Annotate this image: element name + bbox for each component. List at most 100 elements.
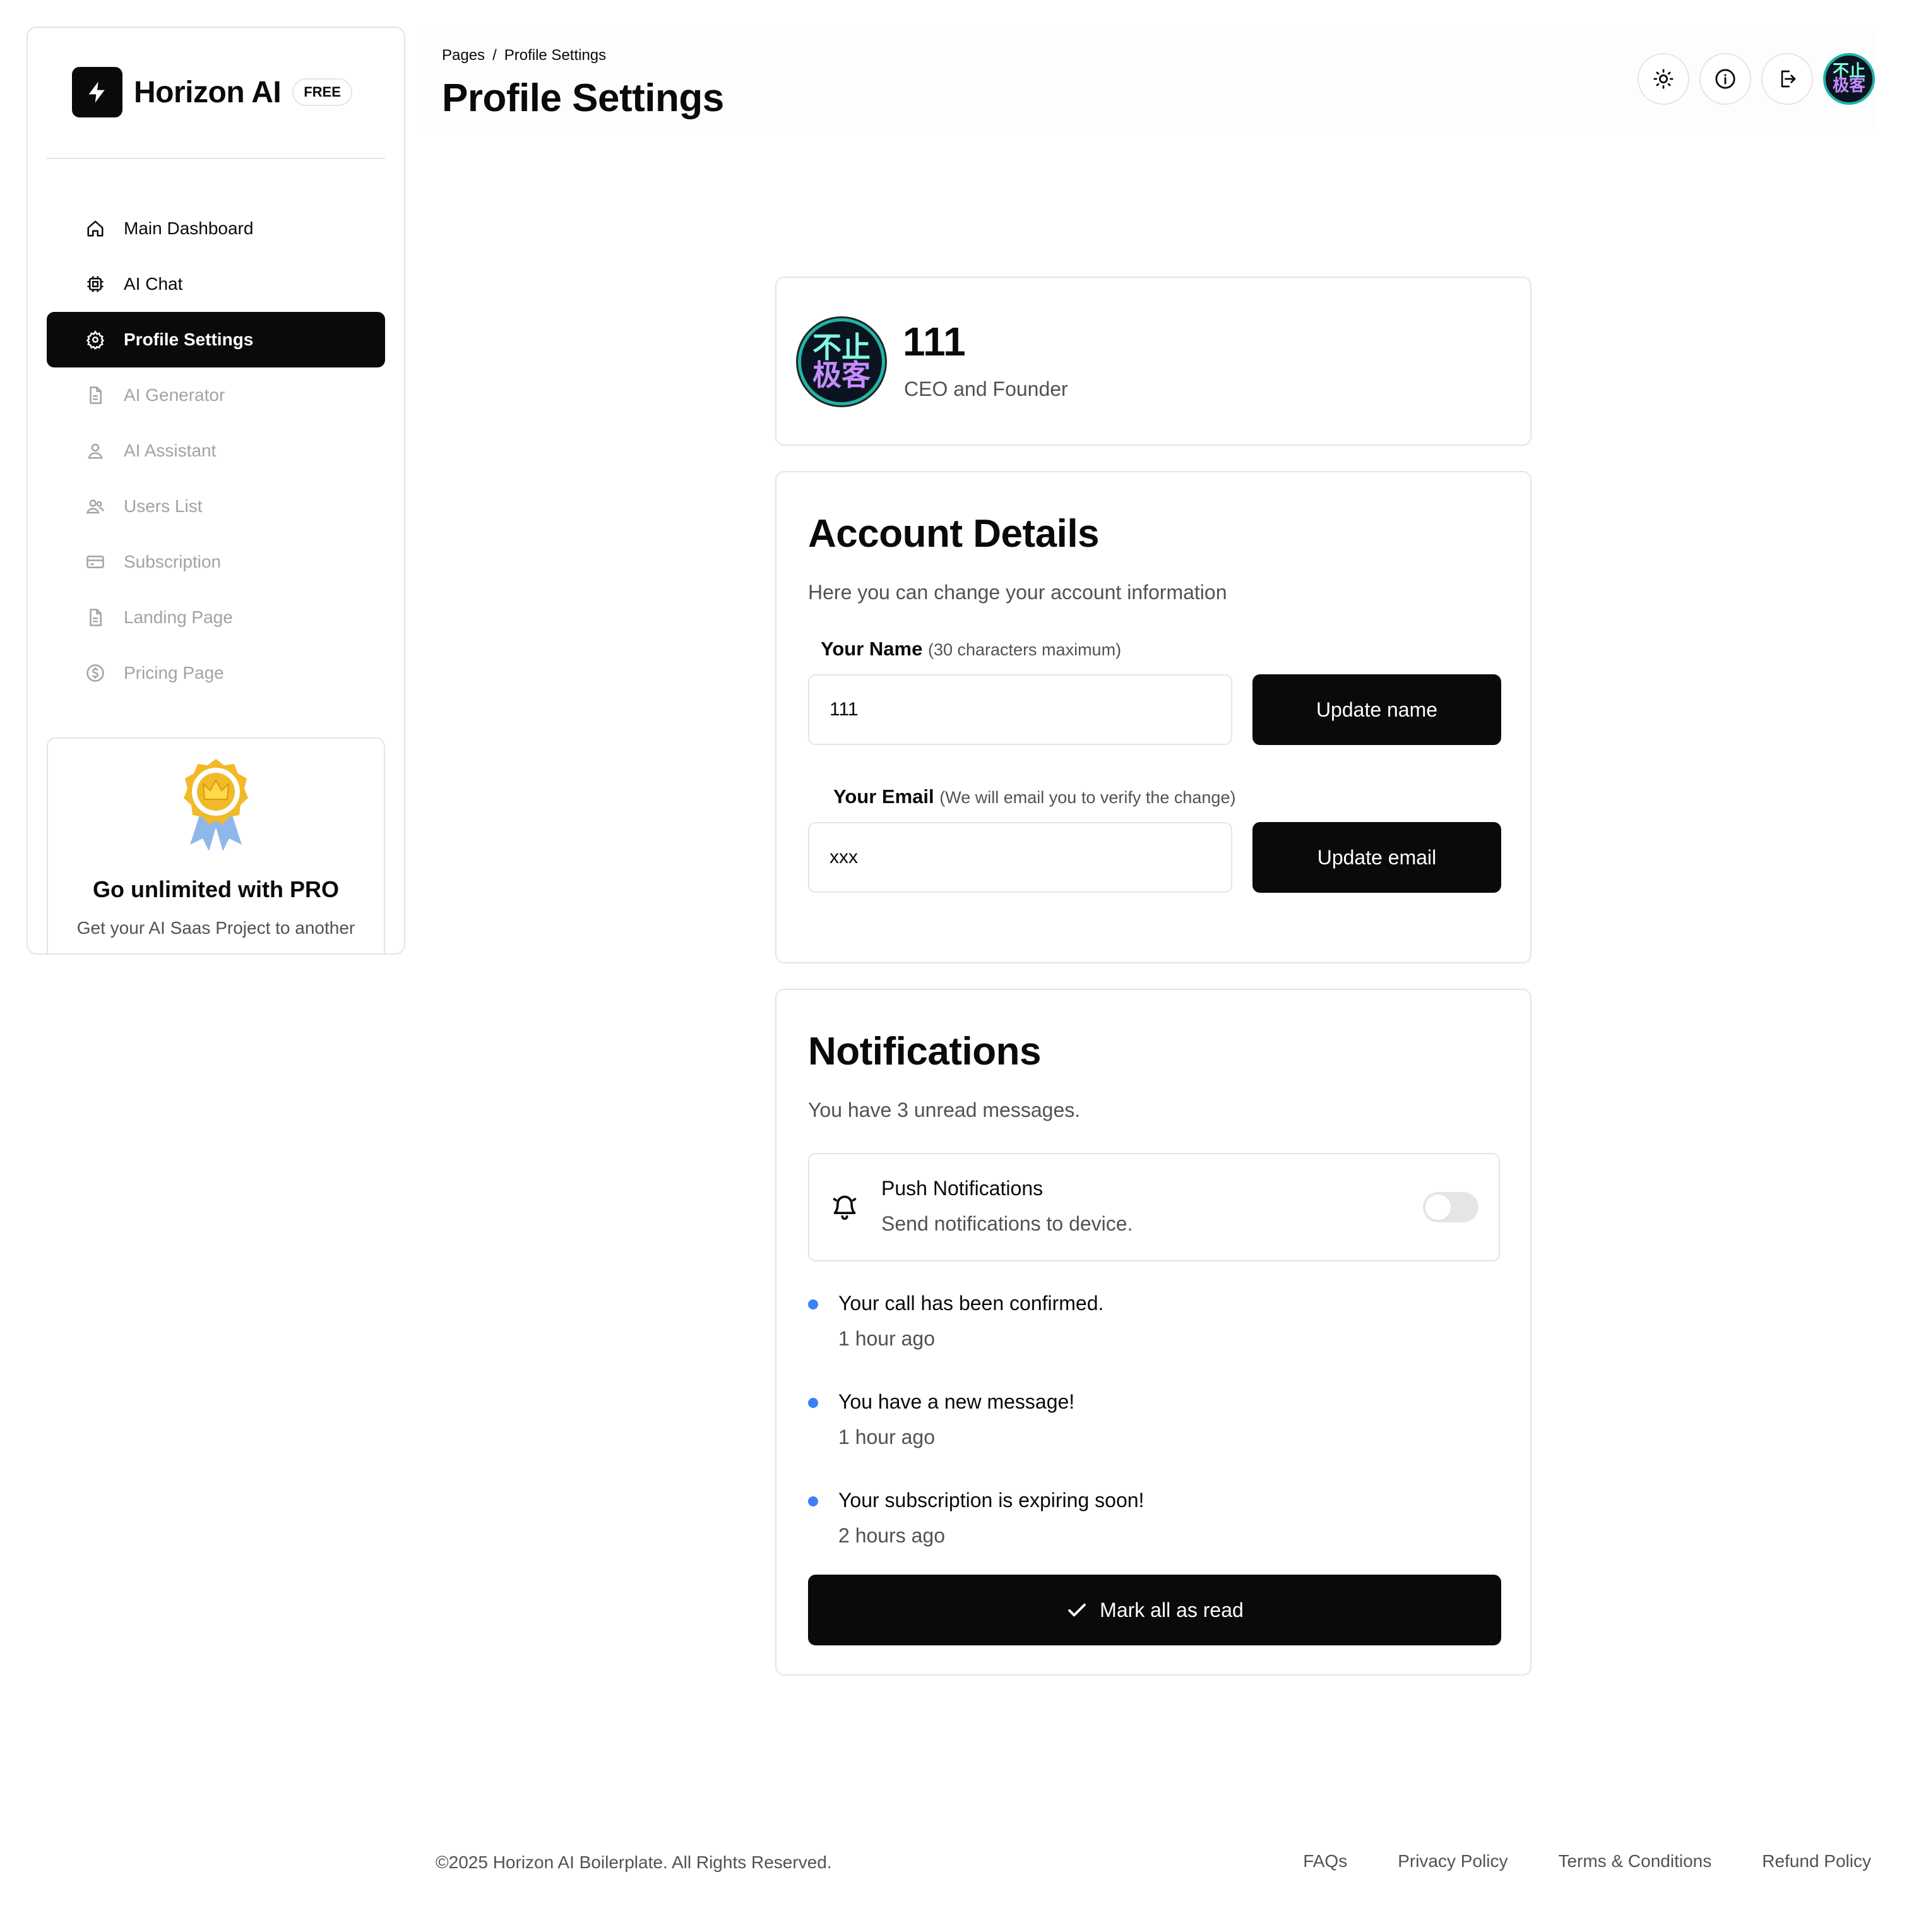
notification-time: 2 hours ago: [838, 1524, 946, 1547]
chip-icon: [87, 276, 104, 292]
footer-link-faqs[interactable]: FAQs: [1303, 1851, 1347, 1871]
document-icon: [90, 386, 102, 404]
profile-role: CEO and Founder: [904, 378, 1068, 400]
sidebar-item-main-dashboard[interactable]: Main Dashboard: [47, 201, 385, 256]
avatar-text-line2: 极客: [1832, 76, 1865, 95]
email-field-label: Your Email (We will email you to verify …: [833, 785, 1235, 808]
sidebar-nav: Main Dashboard AI Chat Profile Settings …: [47, 201, 385, 701]
promo-text: Get your AI Saas Project to another: [76, 918, 355, 938]
avatar-text-line2: 极客: [812, 358, 871, 392]
users-icon: [86, 499, 104, 514]
dollar-circle-icon: [86, 664, 104, 682]
notification-time: 1 hour ago: [838, 1327, 936, 1350]
footer-link-privacy-policy[interactable]: Privacy Policy: [1398, 1851, 1508, 1871]
name-label-hint: (30 characters maximum): [927, 640, 1122, 659]
name-field-label: Your Name (30 characters maximum): [821, 638, 1121, 660]
unread-dot: [808, 1299, 818, 1309]
name-input[interactable]: [808, 674, 1232, 745]
account-details-subtitle: Here you can change your account informa…: [808, 581, 1227, 604]
pro-upgrade-card[interactable]: Go unlimited with PRO Get your AI Saas P…: [47, 737, 385, 953]
gear-icon: [86, 330, 105, 349]
notification-title: Your subscription is expiring soon!: [838, 1489, 1145, 1512]
bell-icon: [833, 1195, 857, 1220]
notifications-title: Notifications: [808, 1030, 1041, 1073]
sidebar-item-label: Pricing Page: [124, 663, 224, 683]
push-notifications-title: Push Notifications: [881, 1177, 1044, 1200]
breadcrumb-root[interactable]: Pages: [442, 47, 485, 64]
notification-item[interactable]: Your call has been confirmed. 1 hour ago: [808, 1292, 1500, 1374]
sidebar: Horizon AI FREE Main Dashboard AI Chat P…: [27, 27, 405, 955]
award-badge-icon: [184, 759, 248, 851]
logout-button[interactable]: [1761, 53, 1813, 105]
sidebar-item-label: AI Chat: [124, 274, 183, 294]
notification-item[interactable]: You have a new message! 1 hour ago: [808, 1390, 1500, 1472]
sun-icon: [1653, 69, 1674, 89]
sidebar-item-label: Users List: [124, 496, 203, 516]
footer-link-refund-policy[interactable]: Refund Policy: [1762, 1851, 1871, 1871]
logout-icon: [1781, 70, 1796, 88]
update-name-button[interactable]: Update name: [1252, 674, 1501, 745]
avatar[interactable]: 不止 极客: [1823, 53, 1875, 105]
sidebar-item-ai-generator[interactable]: AI Generator: [47, 367, 385, 423]
sidebar-item-pricing-page[interactable]: Pricing Page: [47, 645, 385, 701]
header-actions: 不止 极客: [1638, 53, 1875, 105]
toggle-knob: [1425, 1195, 1451, 1220]
profile-avatar: 不止 极客: [798, 318, 885, 405]
profile-card: 不止 极客 111 CEO and Founder: [775, 277, 1531, 446]
mark-all-read-label: Mark all as read: [1100, 1598, 1244, 1621]
breadcrumb-current[interactable]: Profile Settings: [504, 47, 606, 64]
push-notifications-setting: Push Notifications Send notifications to…: [808, 1153, 1500, 1261]
breadcrumb: Pages / Profile Settings: [442, 47, 606, 64]
check-icon: [1068, 1603, 1086, 1617]
plan-badge: FREE: [292, 78, 352, 106]
theme-toggle-button[interactable]: [1638, 53, 1689, 105]
document-icon: [90, 609, 102, 626]
sidebar-divider: [47, 158, 385, 159]
sidebar-item-ai-assistant[interactable]: AI Assistant: [47, 423, 385, 479]
unread-dot: [808, 1398, 818, 1408]
breadcrumb-separator: /: [492, 47, 497, 64]
credit-card-icon: [86, 556, 104, 568]
notification-title: Your call has been confirmed.: [838, 1292, 1104, 1315]
sidebar-item-ai-chat[interactable]: AI Chat: [47, 256, 385, 312]
email-input[interactable]: [808, 822, 1232, 893]
footer-link-terms-conditions[interactable]: Terms & Conditions: [1558, 1851, 1711, 1871]
sidebar-item-subscription[interactable]: Subscription: [47, 534, 385, 590]
mark-all-read-button[interactable]: Mark all as read: [808, 1575, 1501, 1645]
sidebar-item-label: AI Assistant: [124, 441, 217, 460]
push-notifications-toggle[interactable]: [1423, 1192, 1478, 1222]
email-label-hint: (We will email you to verify the change): [939, 788, 1236, 807]
footer-copyright: ©2025 Horizon AI Boilerplate. All Rights…: [436, 1852, 832, 1872]
home-icon: [87, 220, 104, 237]
sidebar-item-label: Landing Page: [124, 607, 233, 627]
sidebar-item-landing-page[interactable]: Landing Page: [47, 590, 385, 645]
notifications-card: Notifications You have 3 unread messages…: [775, 989, 1531, 1676]
notification-item[interactable]: Your subscription is expiring soon! 2 ho…: [808, 1489, 1500, 1571]
update-email-button[interactable]: Update email: [1252, 822, 1501, 893]
user-icon: [88, 443, 103, 459]
sidebar-item-label: AI Generator: [124, 385, 225, 405]
notification-time: 1 hour ago: [838, 1426, 936, 1448]
brand-name: Horizon AI: [134, 75, 282, 109]
sidebar-item-users-list[interactable]: Users List: [47, 479, 385, 534]
sidebar-item-label: Subscription: [124, 552, 222, 571]
name-label-text: Your Name: [821, 638, 923, 660]
promo-title: Go unlimited with PRO: [93, 876, 339, 902]
account-details-card: Account Details Here you can change your…: [775, 471, 1531, 963]
email-label-text: Your Email: [833, 785, 934, 808]
notification-title: You have a new message!: [838, 1390, 1075, 1413]
sidebar-item-label: Main Dashboard: [124, 218, 254, 238]
page-header: Pages / Profile Settings Profile Settings …: [423, 27, 1875, 134]
footer-links: FAQs Privacy Policy Terms & Conditions R…: [1303, 1851, 1871, 1871]
profile-name: 111: [903, 319, 966, 364]
bolt-icon: [72, 67, 122, 117]
sidebar-item-profile-settings[interactable]: Profile Settings: [47, 312, 385, 367]
info-icon: [1715, 69, 1735, 89]
info-button[interactable]: [1699, 53, 1751, 105]
page-title: Profile Settings: [442, 76, 724, 120]
brand[interactable]: Horizon AI FREE: [72, 67, 352, 117]
push-notifications-subtitle: Send notifications to device.: [881, 1212, 1133, 1235]
unread-dot: [808, 1496, 818, 1506]
sidebar-item-label: Profile Settings: [124, 330, 254, 349]
notifications-subtitle: You have 3 unread messages.: [808, 1099, 1081, 1121]
